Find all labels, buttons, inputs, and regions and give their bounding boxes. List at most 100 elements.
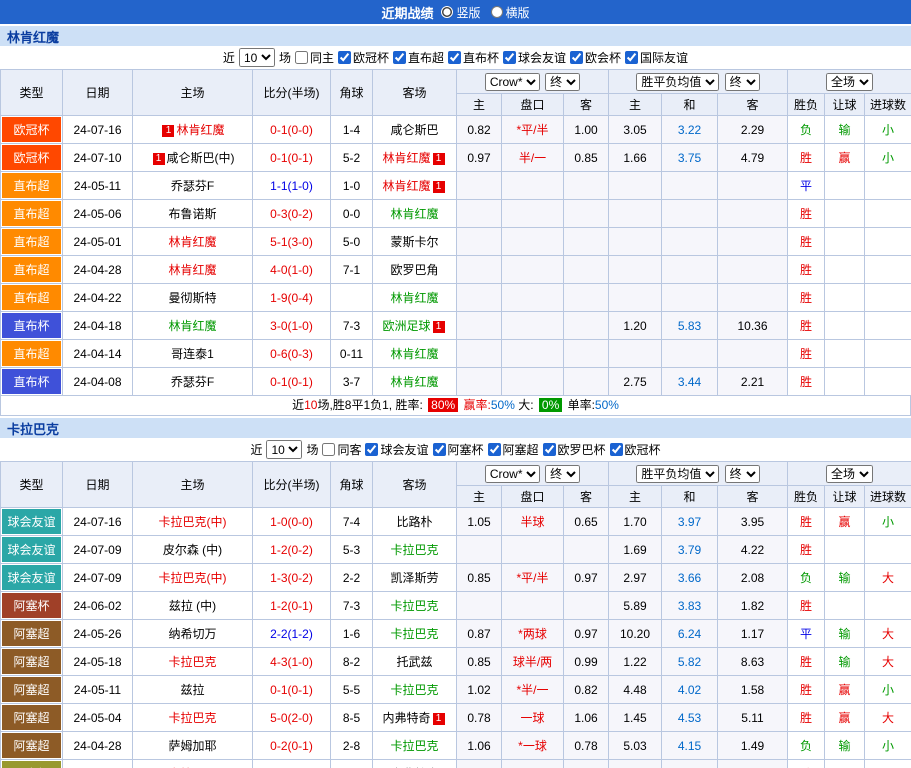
league-checkbox[interactable] — [503, 51, 516, 64]
away-team-cell[interactable]: 卡拉巴克 — [373, 620, 457, 648]
europe-odds-select[interactable]: 胜平负均值 — [636, 73, 719, 91]
league-checkbox[interactable] — [488, 443, 501, 456]
league-type-badge[interactable]: 阿塞超 — [2, 705, 61, 730]
away-team-cell[interactable]: 林肯红魔 — [373, 368, 457, 396]
league-filter-5[interactable]: 国际友谊 — [625, 49, 688, 66]
home-team-cell[interactable]: 1林肯红魔 — [133, 116, 253, 144]
home-team-cell[interactable]: 卡拉巴克 — [133, 704, 253, 732]
league-type-badge[interactable]: 阿塞超 — [2, 621, 61, 646]
league-type-badge[interactable]: 直布超 — [2, 285, 61, 310]
league-type-badge[interactable]: 直布超 — [2, 201, 61, 226]
league-filter-2[interactable]: 阿塞超 — [488, 441, 539, 458]
home-team-cell[interactable]: 卡拉巴克 — [133, 648, 253, 676]
league-type-badge[interactable]: 直布杯 — [2, 369, 61, 394]
same-venue-checkbox[interactable] — [295, 51, 308, 64]
league-type-badge[interactable]: 直布超 — [2, 229, 61, 254]
home-team-cell[interactable]: 林肯红魔 — [133, 312, 253, 340]
away-team-cell[interactable]: 卡拉巴克 — [373, 536, 457, 564]
league-filter-4[interactable]: 欧会杯 — [570, 49, 621, 66]
home-team-cell[interactable]: 乔瑟芬F — [133, 368, 253, 396]
layout-radio-horizontal[interactable]: 横版 — [491, 4, 530, 21]
layout-radio-input[interactable] — [491, 6, 503, 18]
layout-radio-input[interactable] — [441, 6, 453, 18]
asia-state-select[interactable]: 终 — [545, 465, 580, 483]
bookmaker-select[interactable]: Crow* — [485, 465, 540, 483]
league-filter-2[interactable]: 直布杯 — [448, 49, 499, 66]
europe-state-select[interactable]: 终 — [725, 73, 760, 91]
home-team-cell[interactable]: 纳希切万 — [133, 620, 253, 648]
away-team-cell[interactable]: 林肯红魔1 — [373, 144, 457, 172]
home-team-cell[interactable]: 兹拉 — [133, 676, 253, 704]
same-venue-filter[interactable]: 同主 — [295, 49, 334, 66]
away-team-cell[interactable]: 卡拉巴克 — [373, 732, 457, 760]
match-count-select[interactable]: 10 — [239, 48, 275, 67]
league-type-badge[interactable]: 球会友谊 — [2, 509, 61, 534]
league-type-badge[interactable]: 阿塞超 — [2, 733, 61, 758]
away-team-cell[interactable]: 林肯红魔 — [373, 200, 457, 228]
league-checkbox[interactable] — [393, 51, 406, 64]
home-team-cell[interactable]: 兹拉 (中) — [133, 592, 253, 620]
league-checkbox[interactable] — [625, 51, 638, 64]
same-venue-filter[interactable]: 同客 — [322, 441, 361, 458]
league-filter-4[interactable]: 欧冠杯 — [610, 441, 661, 458]
league-type-badge[interactable]: 阿塞超 — [2, 677, 61, 702]
away-team-cell[interactable]: 林肯红魔 — [373, 340, 457, 368]
league-checkbox[interactable] — [448, 51, 461, 64]
scope-select[interactable]: 全场 — [826, 73, 873, 91]
away-team-cell[interactable]: 内弗特奇1 — [373, 704, 457, 732]
europe-odds-select[interactable]: 胜平负均值 — [636, 465, 719, 483]
home-team-cell[interactable]: 皮尔森 (中) — [133, 536, 253, 564]
scope-select[interactable]: 全场 — [826, 465, 873, 483]
away-team-cell[interactable]: 蒙斯卡尔 — [373, 228, 457, 256]
away-team-cell[interactable]: 咸仑斯巴 — [373, 116, 457, 144]
bookmaker-select[interactable]: Crow* — [485, 73, 540, 91]
league-type-badge[interactable]: 直布超 — [2, 257, 61, 282]
away-team-cell[interactable]: 卡拉巴克 — [373, 676, 457, 704]
home-team-cell[interactable]: 林肯红魔 — [133, 228, 253, 256]
home-team-cell[interactable]: 乔瑟芬F — [133, 172, 253, 200]
home-team-cell[interactable]: 林肯红魔 — [133, 256, 253, 284]
home-team-cell[interactable]: 卡拉巴克 — [133, 760, 253, 768]
home-team-cell[interactable]: 卡拉巴克(中) — [133, 508, 253, 536]
league-type-badge[interactable]: 球会友谊 — [2, 537, 61, 562]
league-checkbox[interactable] — [570, 51, 583, 64]
same-venue-checkbox[interactable] — [322, 443, 335, 456]
away-team-cell[interactable]: 欧洲足球1 — [373, 312, 457, 340]
europe-state-select[interactable]: 终 — [725, 465, 760, 483]
home-team-cell[interactable]: 1咸仑斯巴(中) — [133, 144, 253, 172]
match-count-select[interactable]: 10 — [266, 440, 302, 459]
league-checkbox[interactable] — [365, 443, 378, 456]
away-team-cell[interactable]: 卡拉巴克 — [373, 592, 457, 620]
league-type-badge[interactable]: 阿塞杯 — [2, 593, 61, 618]
league-checkbox[interactable] — [433, 443, 446, 456]
league-type-badge[interactable]: 直布超 — [2, 341, 61, 366]
league-type-badge[interactable]: 球会友谊 — [2, 565, 61, 590]
layout-radio-vertical[interactable]: 竖版 — [441, 4, 480, 21]
league-type-badge[interactable]: 阿塞超 — [2, 649, 61, 674]
away-team-cell[interactable]: 比路朴 — [373, 508, 457, 536]
asia-state-select[interactable]: 终 — [545, 73, 580, 91]
home-team-cell[interactable]: 卡拉巴克(中) — [133, 564, 253, 592]
league-type-badge[interactable]: 阿塞杯 — [2, 761, 61, 768]
league-type-badge[interactable]: 欧冠杯 — [2, 145, 61, 170]
home-team-cell[interactable]: 萨姆加耶 — [133, 732, 253, 760]
league-type-badge[interactable]: 直布杯 — [2, 313, 61, 338]
league-checkbox[interactable] — [338, 51, 351, 64]
home-team-cell[interactable]: 布鲁诺斯 — [133, 200, 253, 228]
league-type-badge[interactable]: 欧冠杯 — [2, 117, 61, 142]
away-team-cell[interactable]: 林肯红魔 — [373, 284, 457, 312]
league-filter-0[interactable]: 欧冠杯 — [338, 49, 389, 66]
league-checkbox[interactable] — [543, 443, 556, 456]
league-filter-3[interactable]: 球会友谊 — [503, 49, 566, 66]
away-team-cell[interactable]: 内弗特奇 — [373, 760, 457, 768]
league-filter-1[interactable]: 直布超 — [393, 49, 444, 66]
away-team-cell[interactable]: 凯泽斯劳 — [373, 564, 457, 592]
home-team-cell[interactable]: 曼彻斯特 — [133, 284, 253, 312]
away-team-cell[interactable]: 林肯红魔1 — [373, 172, 457, 200]
league-filter-3[interactable]: 欧罗巴杯 — [543, 441, 606, 458]
away-team-cell[interactable]: 托武兹 — [373, 648, 457, 676]
league-filter-0[interactable]: 球会友谊 — [365, 441, 428, 458]
away-team-cell[interactable]: 欧罗巴角 — [373, 256, 457, 284]
home-team-cell[interactable]: 哥连泰1 — [133, 340, 253, 368]
league-filter-1[interactable]: 阿塞杯 — [433, 441, 484, 458]
